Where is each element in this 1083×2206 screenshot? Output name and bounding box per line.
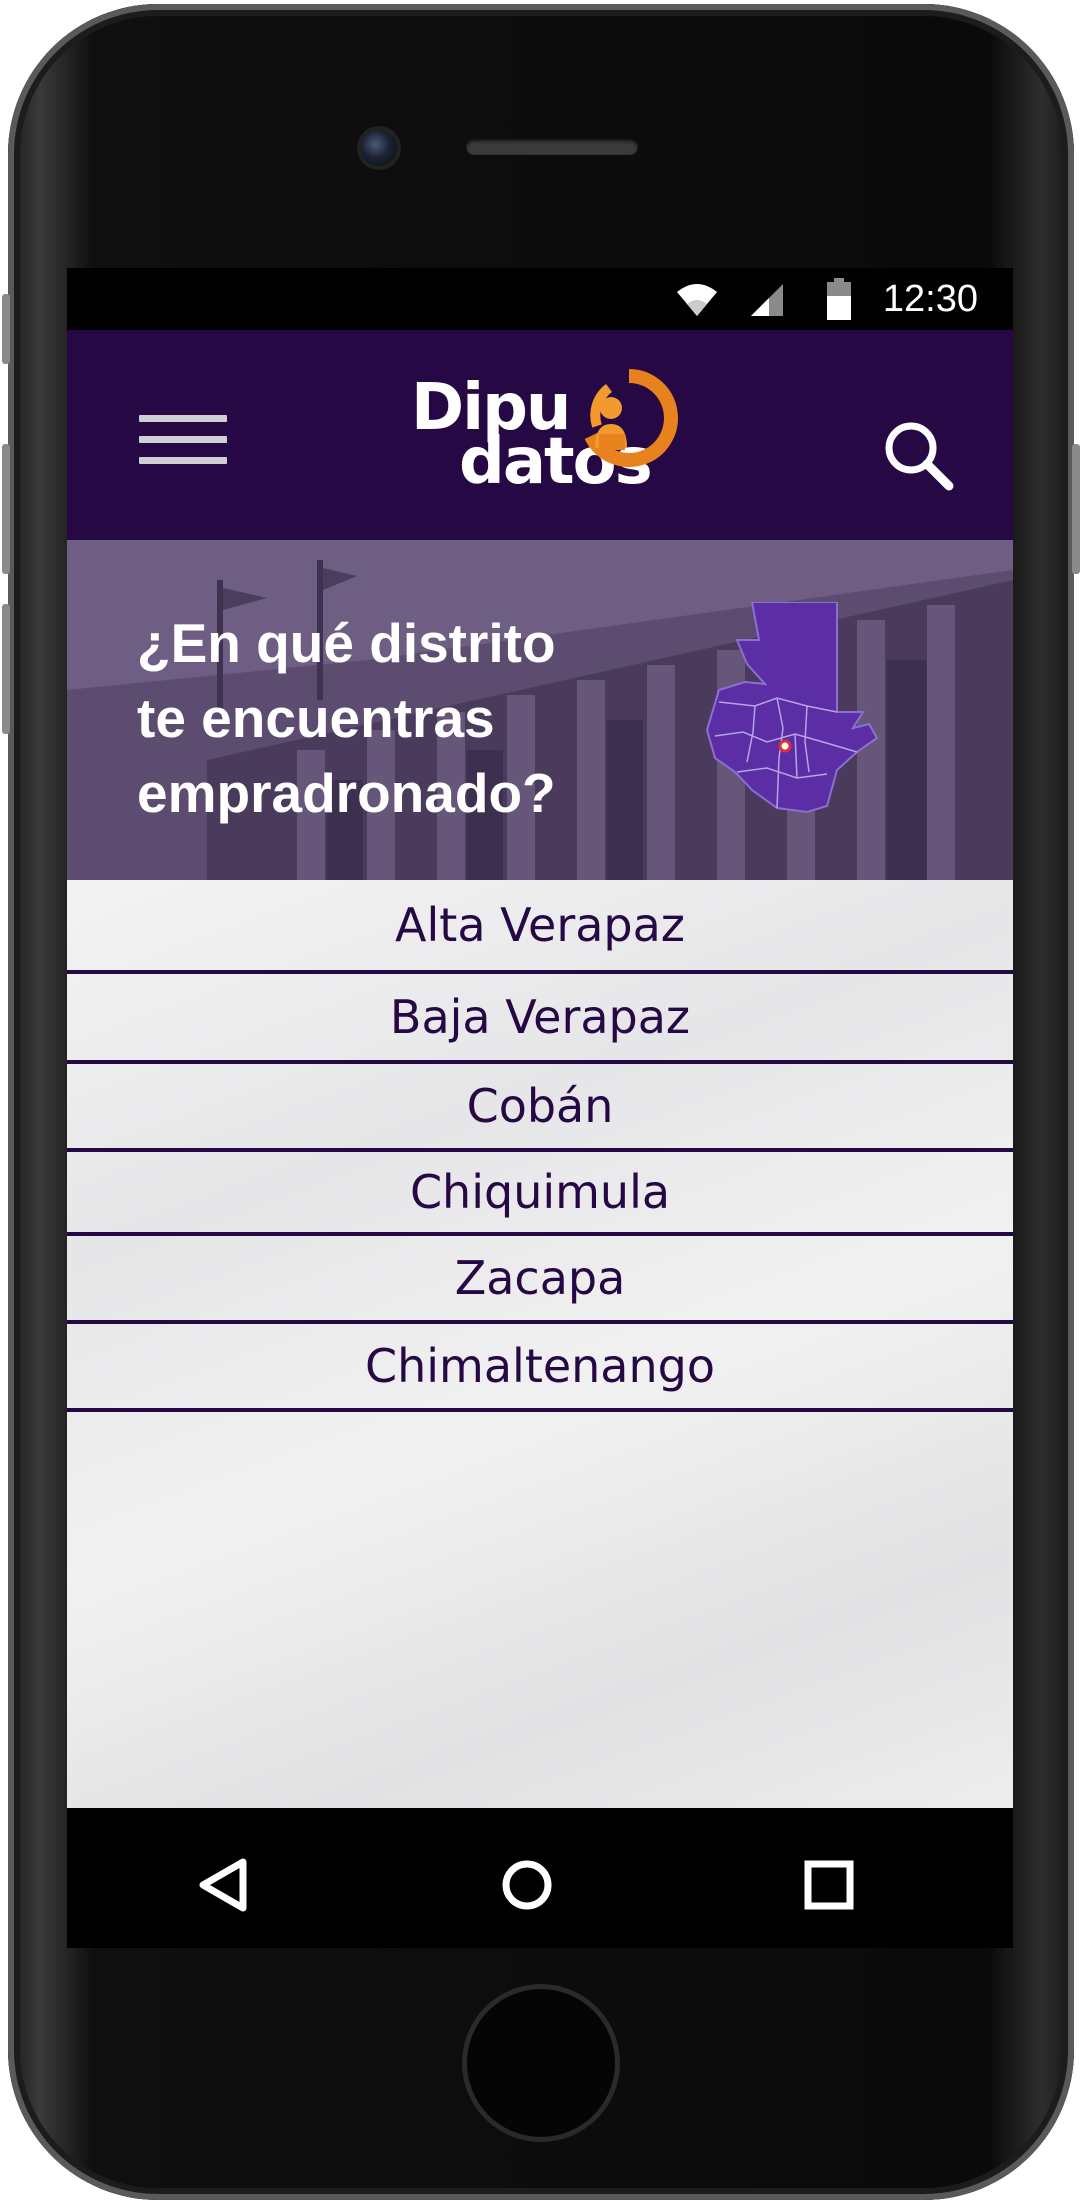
home-circle-icon[interactable] bbox=[500, 1858, 554, 1912]
power-button bbox=[1072, 444, 1080, 574]
district-label: Zacapa bbox=[454, 1251, 626, 1305]
wifi-icon bbox=[677, 284, 717, 316]
hamburger-menu-icon[interactable] bbox=[139, 415, 227, 475]
back-triangle-icon[interactable] bbox=[197, 1858, 251, 1912]
hero-banner: ¿En qué distrito te encuentras empradron… bbox=[67, 540, 1013, 880]
recents-square-icon[interactable] bbox=[802, 1858, 856, 1912]
hero-line-2: te encuentras bbox=[137, 687, 495, 749]
android-nav-bar bbox=[67, 1808, 1013, 1948]
district-label: Alta Verapaz bbox=[395, 898, 685, 952]
search-icon[interactable] bbox=[879, 416, 959, 496]
district-label: Chimaltenango bbox=[364, 1339, 715, 1393]
district-label: Chiquimula bbox=[409, 1165, 671, 1219]
hero-line-3: empradronado? bbox=[137, 762, 556, 824]
hero-question: ¿En qué distrito te encuentras empradron… bbox=[137, 606, 657, 831]
district-item-chimaltenango[interactable]: Chimaltenango bbox=[67, 1324, 1013, 1412]
earpiece-speaker bbox=[466, 139, 638, 155]
district-label: Cobán bbox=[466, 1079, 614, 1133]
volume-up-button bbox=[2, 444, 10, 574]
district-item-baja-verapaz[interactable]: Baja Verapaz bbox=[67, 974, 1013, 1064]
logo-person-ring-icon bbox=[584, 369, 678, 467]
district-item-alta-verapaz[interactable]: Alta Verapaz bbox=[67, 880, 1013, 974]
district-item-chiquimula[interactable]: Chiquimula bbox=[67, 1152, 1013, 1236]
battery-icon bbox=[827, 278, 851, 320]
district-item-coban[interactable]: Cobán bbox=[67, 1064, 1013, 1152]
district-label: Baja Verapaz bbox=[389, 990, 691, 1044]
clock-time: 12:30 bbox=[882, 278, 978, 320]
status-bar: 12:30 bbox=[67, 268, 1013, 330]
app-header: Dipu datos bbox=[67, 330, 1013, 540]
app-screen: 12:30 Dipu datos ¿En qué distrito te enc… bbox=[67, 268, 1013, 1808]
district-item-zacapa[interactable]: Zacapa bbox=[67, 1236, 1013, 1324]
signal-icon bbox=[751, 284, 783, 316]
district-list: Alta Verapaz Baja Verapaz Cobán Chiquimu… bbox=[67, 880, 1013, 1808]
app-logo: Dipu datos bbox=[411, 368, 681, 508]
volume-down-button bbox=[2, 604, 10, 734]
front-camera bbox=[361, 130, 397, 166]
hero-line-1: ¿En qué distrito bbox=[137, 612, 556, 674]
guatemala-map-icon bbox=[705, 602, 879, 814]
silent-switch bbox=[2, 294, 10, 364]
physical-home-button[interactable] bbox=[462, 1984, 620, 2142]
